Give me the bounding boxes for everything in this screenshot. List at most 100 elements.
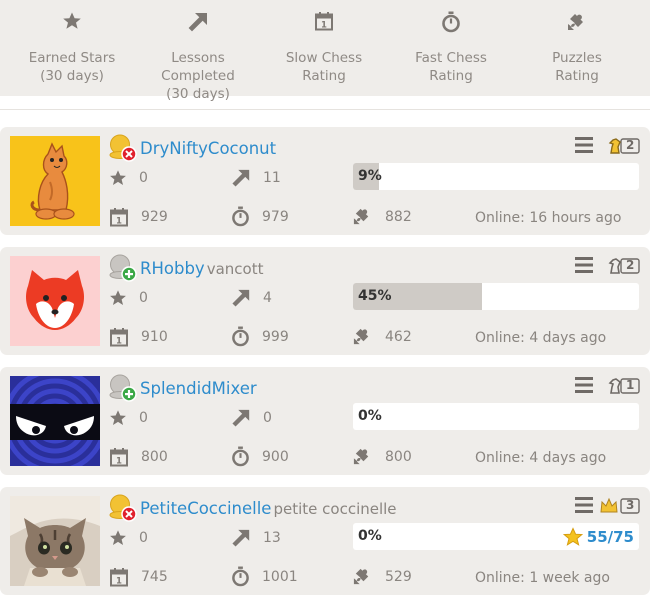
lessons-value: 4 (263, 290, 272, 306)
stat-label: Puzzles Rating (552, 50, 602, 84)
username-link[interactable]: SplendidMixer (140, 379, 257, 398)
menu-button[interactable] (575, 496, 593, 514)
status-indicator (109, 254, 137, 282)
earned-stars-cell: 0 (109, 529, 148, 547)
svg-text:1: 1 (321, 21, 327, 31)
fast-rating-value: 900 (262, 448, 289, 465)
menu-button[interactable] (575, 256, 593, 274)
online-status-text: Online: 1 week ago (475, 570, 610, 586)
stopwatch-icon (232, 566, 249, 587)
svg-text:1: 1 (116, 217, 122, 227)
calendar-icon: 1 (110, 328, 128, 347)
svg-text:1: 1 (116, 577, 122, 587)
lessons-value: 11 (263, 170, 281, 186)
avatar[interactable] (10, 496, 100, 586)
arrow-up-right-icon (232, 529, 250, 547)
progress-percent: 45% (358, 288, 392, 304)
puzzle-rating-cell: 462 (352, 326, 412, 347)
menu-icon (575, 497, 593, 513)
online-status-text: Online: 4 days ago (475, 330, 607, 346)
online-status-icon (109, 374, 137, 402)
lessons-value: 13 (263, 530, 281, 546)
rank-piece (607, 137, 623, 155)
progress-bar: 9% (353, 163, 639, 190)
crown-icon (600, 497, 618, 513)
arrow-up-right-icon (232, 289, 250, 307)
star-icon (110, 530, 126, 546)
menu-button[interactable] (575, 136, 593, 154)
puzzle-icon (353, 328, 369, 345)
slow-rating-cell: 1 910 (109, 327, 168, 347)
progress-bar: 45% (353, 283, 639, 310)
progress-bar: 0% (353, 403, 639, 430)
arrow-up-right-icon (232, 409, 250, 427)
real-name: vancott (206, 260, 264, 278)
fast-rating-cell: 900 (231, 446, 289, 467)
earned-stars-value: 0 (139, 290, 148, 306)
puzzle-icon (353, 568, 369, 585)
stat-label: Slow Chess Rating (285, 50, 363, 84)
fast-rating-value: 999 (262, 328, 289, 345)
menu-icon (575, 377, 593, 393)
stopwatch-icon (232, 326, 249, 347)
slow-rating-cell: 1 745 (109, 567, 168, 587)
slow-rating-value: 800 (141, 449, 168, 465)
lessons-value: 0 (263, 410, 272, 426)
menu-icon (575, 257, 593, 273)
rank-level: 1 (626, 378, 635, 392)
puzzle-rating-value: 529 (385, 568, 412, 585)
puzzle-rating-value: 462 (385, 328, 412, 345)
slow-rating-cell: 1 800 (109, 447, 168, 467)
fox-avatar-image (10, 256, 100, 346)
puzzle-rating-value: 800 (385, 448, 412, 465)
lessons-cell: 13 (231, 528, 281, 548)
arrow-up-right-icon (188, 13, 207, 32)
star-icon (110, 290, 126, 306)
username-link[interactable]: PetiteCoccinelle (140, 499, 271, 518)
progress-percent: 9% (358, 168, 382, 184)
cat-avatar-image (10, 136, 100, 226)
puzzle-rating-value: 882 (385, 208, 412, 225)
member-name: SplendidMixer (140, 379, 257, 398)
kitten-avatar-image (10, 496, 100, 586)
lessons-cell: 4 (231, 288, 272, 308)
stat-label: Earned Stars (30 days) (28, 50, 116, 84)
rank-piece (599, 497, 619, 515)
fast-rating-cell: 979 (231, 206, 289, 227)
rank-badge: 1 (607, 376, 641, 396)
menu-icon (575, 137, 593, 153)
avatar[interactable] (10, 376, 100, 466)
online-status-text: Online: 4 days ago (475, 450, 607, 466)
offline-status-icon (109, 494, 137, 522)
svg-text:1: 1 (116, 457, 122, 467)
fast-rating-cell: 999 (231, 326, 289, 347)
svg-text:1: 1 (116, 337, 122, 347)
avatar[interactable] (10, 256, 100, 346)
online-status-text: Online: 16 hours ago (475, 210, 622, 226)
arrow-up-right-icon (232, 169, 250, 187)
menu-button[interactable] (575, 376, 593, 394)
puzzle-rating-cell: 882 (352, 206, 412, 227)
slow-rating-value: 910 (141, 329, 168, 345)
member-name: DryNiftyCoconut (140, 139, 276, 158)
chess-piece-icon (608, 258, 621, 274)
lessons-cell: 11 (231, 168, 281, 188)
earned-stars-cell: 0 (109, 169, 148, 187)
calendar-icon: 1 (315, 12, 333, 31)
real-name: petite coccinelle (273, 500, 397, 518)
calendar-icon: 1 (110, 448, 128, 467)
stat-label: Lessons Completed (30 days) (161, 50, 235, 102)
username-link[interactable]: DryNiftyCoconut (140, 139, 276, 158)
star-icon (110, 410, 126, 426)
rank-badge: 2 (607, 136, 641, 156)
gold-star-icon (562, 527, 583, 546)
rank-level: 2 (626, 138, 635, 152)
progress-percent: 0% (358, 528, 382, 544)
earned-stars-cell: 0 (109, 409, 148, 427)
avatar[interactable] (10, 136, 100, 226)
star-icon (110, 170, 126, 186)
puzzle-rating-cell: 529 (352, 566, 412, 587)
username-link[interactable]: RHobby (140, 259, 205, 278)
status-indicator (109, 494, 137, 522)
slow-rating-value: 929 (141, 209, 168, 225)
